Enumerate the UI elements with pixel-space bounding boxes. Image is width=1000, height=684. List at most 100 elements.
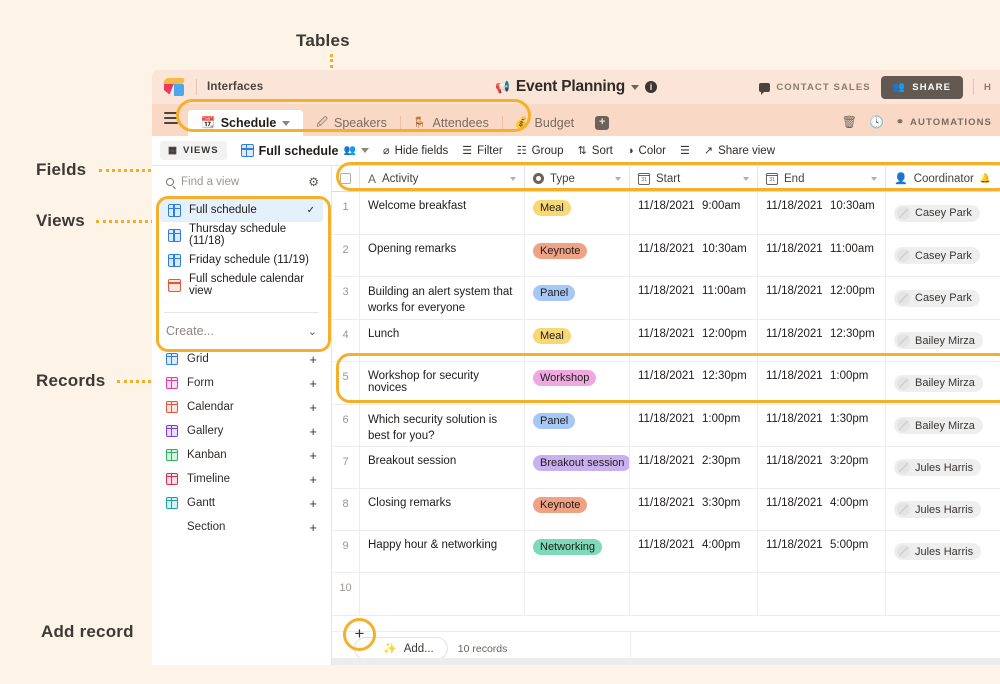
app-title[interactable]: Event Planning xyxy=(516,78,625,96)
add-icon[interactable]: + xyxy=(309,496,317,511)
bell-icon[interactable]: 🔔 xyxy=(980,173,991,184)
cell-coordinator[interactable]: Casey Park xyxy=(886,277,1000,319)
tab-budget[interactable]: 💰 Budget xyxy=(502,110,587,136)
cell-type[interactable]: Meal xyxy=(525,320,630,361)
group-button[interactable]: ☷ Group xyxy=(517,144,564,157)
cell-activity[interactable]: Workshop for security novices xyxy=(360,362,525,404)
create-gallery-view[interactable]: Gallery + xyxy=(166,419,317,443)
chevron-down-icon[interactable] xyxy=(361,148,369,153)
cell-activity[interactable]: Building an alert system that works for … xyxy=(360,277,525,319)
create-section[interactable]: Section + xyxy=(166,515,317,539)
cell-type[interactable]: Meal xyxy=(525,192,630,234)
cell-type[interactable]: Workshop xyxy=(525,362,630,404)
cell-coordinator[interactable]: Casey Park xyxy=(886,235,1000,276)
row-height-button[interactable]: ☰ xyxy=(680,144,690,157)
table-row[interactable]: 1 Welcome breakfast Meal 11/18/20219:00a… xyxy=(332,192,1000,235)
cell-end[interactable]: 11/18/20215:00pm xyxy=(758,531,886,572)
create-calendar-view[interactable]: Calendar + xyxy=(166,395,317,419)
chevron-down-icon[interactable] xyxy=(615,177,621,181)
cell-coordinator[interactable]: Bailey Mirza xyxy=(886,362,1000,404)
add-icon[interactable]: + xyxy=(309,520,317,535)
cell-activity[interactable]: Which security solution is best for you? xyxy=(360,405,525,446)
select-all-header[interactable] xyxy=(332,166,360,191)
table-row[interactable]: 7 Breakout session Breakout session 11/1… xyxy=(332,447,1000,489)
cell-activity[interactable]: Opening remarks xyxy=(360,235,525,276)
create-section-header[interactable]: Create... ⌄ xyxy=(152,313,331,347)
checkbox-icon[interactable] xyxy=(340,173,351,184)
cell-type[interactable]: Keynote xyxy=(525,235,630,276)
current-view-button[interactable]: Full schedule 👥 xyxy=(241,144,369,158)
table-row[interactable]: 9 Happy hour & networking Networking 11/… xyxy=(332,531,1000,573)
cell-end[interactable]: 11/18/202112:00pm xyxy=(758,277,886,319)
table-row[interactable]: 8 Closing remarks Keynote 11/18/20213:30… xyxy=(332,489,1000,531)
history-icon[interactable]: 🕓 xyxy=(869,115,884,129)
add-icon[interactable]: + xyxy=(309,400,317,415)
cell-type[interactable]: Breakout session xyxy=(525,447,630,488)
cell-coordinator[interactable]: Jules Harris xyxy=(886,447,1000,488)
sidebar-view-thursday-schedule[interactable]: Thursday schedule (11/18) xyxy=(160,223,323,247)
cell-type[interactable]: Panel xyxy=(525,405,630,446)
cell-end[interactable]: 11/18/202111:00am xyxy=(758,235,886,276)
interfaces-link[interactable]: Interfaces xyxy=(207,81,263,93)
contact-sales-button[interactable]: CONTACT SALES xyxy=(759,82,870,93)
table-row[interactable]: 6 Which security solution is best for yo… xyxy=(332,405,1000,447)
cell-coordinator[interactable]: Jules Harris xyxy=(886,489,1000,530)
cell-start[interactable]: 11/18/20211:00pm xyxy=(630,405,758,446)
add-icon[interactable]: + xyxy=(309,352,317,367)
cell-coordinator[interactable] xyxy=(886,573,1000,615)
tab-schedule[interactable]: 📆 Schedule xyxy=(188,110,303,136)
column-header-start[interactable]: 31 Start xyxy=(630,166,758,191)
cell-start[interactable]: 11/18/20212:30pm xyxy=(630,447,758,488)
find-view-search[interactable]: Find a view ⚙ xyxy=(152,166,331,198)
column-header-type[interactable]: Type xyxy=(525,166,630,191)
table-row[interactable]: 4 Lunch Meal 11/18/202112:00pm 11/18/202… xyxy=(332,320,1000,362)
table-row[interactable]: 10 xyxy=(332,573,1000,616)
chevron-down-icon[interactable] xyxy=(743,177,749,181)
share-button[interactable]: 👥 SHARE xyxy=(881,76,963,99)
chevron-down-icon[interactable] xyxy=(282,121,290,126)
help-button[interactable]: H xyxy=(984,82,992,93)
cell-coordinator[interactable]: Bailey Mirza xyxy=(886,405,1000,446)
cell-activity[interactable] xyxy=(360,573,525,615)
cell-activity[interactable]: Closing remarks xyxy=(360,489,525,530)
table-row[interactable]: 2 Opening remarks Keynote 11/18/202110:3… xyxy=(332,235,1000,277)
column-header-activity[interactable]: A Activity xyxy=(360,166,525,191)
cell-activity[interactable]: Lunch xyxy=(360,320,525,361)
cell-start[interactable]: 11/18/202112:00pm xyxy=(630,320,758,361)
sidebar-view-full-schedule[interactable]: Full schedule ✓ xyxy=(160,198,323,222)
add-icon[interactable]: + xyxy=(309,448,317,463)
chevron-down-icon[interactable]: ⌄ xyxy=(308,325,317,338)
cell-activity[interactable]: Breakout session xyxy=(360,447,525,488)
table-row[interactable]: 3 Building an alert system that works fo… xyxy=(332,277,1000,320)
cell-start[interactable]: 11/18/202111:00am xyxy=(630,277,758,319)
create-gantt-view[interactable]: Gantt + xyxy=(166,491,317,515)
cell-type[interactable]: Keynote xyxy=(525,489,630,530)
add-record-button[interactable]: + xyxy=(349,624,370,645)
chevron-down-icon[interactable] xyxy=(871,177,877,181)
create-grid-view[interactable]: Grid + xyxy=(166,347,317,371)
cell-end[interactable]: 11/18/20214:00pm xyxy=(758,489,886,530)
column-header-coordinator[interactable]: 👤 Coordinator 🔔 xyxy=(886,166,1000,191)
table-row[interactable]: 5 Workshop for security novices Workshop… xyxy=(332,362,1000,405)
cell-end[interactable]: 11/18/20211:30pm xyxy=(758,405,886,446)
add-icon[interactable]: + xyxy=(309,424,317,439)
column-header-end[interactable]: 31 End xyxy=(758,166,886,191)
create-timeline-view[interactable]: Timeline + xyxy=(166,467,317,491)
tab-speakers[interactable]: 🖉 Speakers xyxy=(303,110,400,136)
add-icon[interactable]: + xyxy=(309,376,317,391)
add-table-icon[interactable]: + xyxy=(595,116,609,130)
share-view-button[interactable]: ↗ Share view xyxy=(704,144,775,157)
create-kanban-view[interactable]: Kanban + xyxy=(166,443,317,467)
cell-type[interactable]: Panel xyxy=(525,277,630,319)
cell-start[interactable] xyxy=(630,573,758,615)
chevron-down-icon[interactable] xyxy=(510,177,516,181)
create-form-view[interactable]: Form + xyxy=(166,371,317,395)
cell-type[interactable] xyxy=(525,573,630,615)
cell-end[interactable]: 11/18/20213:20pm xyxy=(758,447,886,488)
cell-coordinator[interactable]: Bailey Mirza xyxy=(886,320,1000,361)
cell-end[interactable] xyxy=(758,573,886,615)
cell-activity[interactable]: Welcome breakfast xyxy=(360,192,525,234)
filter-button[interactable]: ☰ Filter xyxy=(462,144,502,157)
hide-fields-button[interactable]: ⌀ Hide fields xyxy=(383,144,448,157)
airtable-logo-icon[interactable] xyxy=(164,78,186,97)
